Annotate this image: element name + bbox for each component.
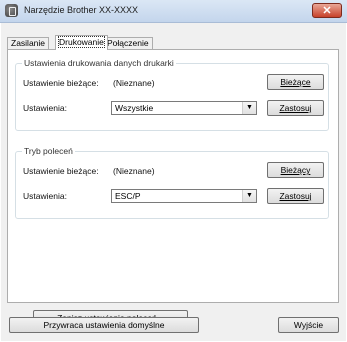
current-setting-label: Ustawienie bieżące: [23, 78, 99, 88]
command-current-label: Ustawienie bieżące: [23, 166, 99, 176]
chevron-down-icon[interactable]: ▼ [242, 102, 256, 114]
close-icon: ✕ [322, 5, 332, 17]
command-current-value: (Nieznane) [113, 166, 155, 176]
title-bar: Narzędzie Brother XX-XXXX ✕ [0, 0, 347, 23]
exit-button[interactable]: Wyjście [278, 317, 339, 333]
tab-polaczenie[interactable]: Połączenie [103, 37, 153, 49]
apply-button[interactable]: Zastosuj [267, 100, 324, 116]
tab-zasilanie[interactable]: Zasilanie [7, 37, 50, 49]
current-setting-value: (Nieznane) [113, 78, 155, 88]
tab-drukowanie[interactable]: Drukowanie [55, 35, 108, 50]
command-current-button[interactable]: Bieżący [267, 162, 324, 178]
settings-dropdown[interactable]: Wszystkie ▼ [111, 101, 257, 115]
chevron-down-icon[interactable]: ▼ [242, 190, 256, 202]
tab-panel: Ustawienia drukowania danych drukarki Us… [7, 49, 339, 326]
command-settings-dropdown-value: ESC/P [115, 191, 141, 201]
print-settings-title: Ustawienia drukowania danych drukarki [22, 58, 176, 68]
command-settings-label: Ustawienia: [23, 191, 67, 201]
print-settings-group: Ustawienia drukowania danych drukarki Us… [15, 58, 329, 131]
current-button[interactable]: Bieżące [267, 74, 324, 90]
close-button[interactable]: ✕ [312, 3, 342, 18]
settings-dropdown-value: Wszystkie [115, 103, 154, 113]
settings-label: Ustawienia: [23, 103, 67, 113]
command-mode-group: Tryb poleceń Ustawienie bieżące: (Niezna… [15, 146, 329, 219]
restore-defaults-button[interactable]: Przywraca ustawienia domyślne [9, 317, 199, 333]
window-client: Zasilanie Drukowanie Połączenie Ustawien… [1, 23, 346, 341]
app-icon [5, 4, 18, 17]
command-apply-button[interactable]: Zastosuj [267, 188, 324, 204]
command-mode-title: Tryb poleceń [22, 146, 75, 156]
command-settings-dropdown[interactable]: ESC/P ▼ [111, 189, 257, 203]
window-title: Narzędzie Brother XX-XXXX [24, 5, 139, 15]
